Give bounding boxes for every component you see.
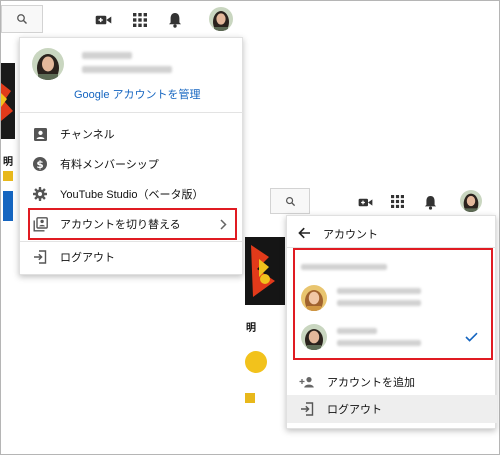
- menu-item-label: ログアウト: [60, 252, 115, 264]
- highlight-switch-account: [28, 208, 237, 240]
- account-name-redacted: [82, 52, 132, 59]
- video-thumbnail[interactable]: [1, 63, 15, 139]
- search-button[interactable]: [1, 5, 43, 33]
- menu-item-label: 有料メンバーシップ: [60, 159, 159, 171]
- add-person-icon: [299, 374, 315, 390]
- arrow-left-icon[interactable]: [297, 226, 311, 240]
- menu-item-channel[interactable]: チャンネル: [20, 119, 244, 149]
- manage-google-account-link[interactable]: Google アカウントを管理: [74, 86, 201, 102]
- badge-fragment: [3, 171, 13, 181]
- menu-item-youtube-studio[interactable]: YouTube Studio（ベータ版）: [20, 179, 244, 209]
- logout-item[interactable]: ログアウト: [287, 395, 497, 423]
- logout-label: ログアウト: [327, 404, 382, 416]
- account-email-redacted: [82, 66, 172, 73]
- highlight-account-list: [293, 248, 493, 360]
- add-account-item[interactable]: アカウントを追加: [287, 367, 497, 397]
- svg-text:$: $: [36, 159, 43, 171]
- divider: [20, 112, 244, 113]
- menu-item-label: チャンネル: [60, 129, 115, 141]
- add-account-label: アカウントを追加: [327, 377, 415, 389]
- logout-icon: [32, 249, 48, 265]
- bell-icon[interactable]: [423, 194, 437, 210]
- search-icon: [285, 196, 296, 207]
- menu-item-label: YouTube Studio（ベータ版）: [60, 189, 204, 201]
- person-icon: [32, 126, 48, 142]
- video-camera-icon[interactable]: [357, 195, 373, 209]
- blue-button-fragment[interactable]: [3, 191, 13, 221]
- video-camera-icon[interactable]: [94, 12, 112, 28]
- accounts-menu-title: アカウント: [323, 229, 378, 241]
- menu-item-membership[interactable]: $ 有料メンバーシップ: [20, 149, 244, 179]
- menu-avatar: [32, 48, 64, 80]
- video-title-fragment: 明: [3, 157, 13, 168]
- search-icon: [16, 13, 28, 25]
- search-button[interactable]: [270, 188, 310, 214]
- video-thumbnail[interactable]: [245, 237, 285, 305]
- screenshot-frame: 明 Google アカウントを管理 チャンネル $ 有料メンバーシップ YouT…: [0, 0, 500, 455]
- avatar[interactable]: [209, 7, 233, 31]
- apps-grid-icon[interactable]: [390, 194, 404, 208]
- apps-grid-icon[interactable]: [132, 12, 148, 28]
- gear-icon: [32, 186, 48, 202]
- bell-icon[interactable]: [167, 11, 183, 29]
- avatar[interactable]: [460, 190, 482, 212]
- logout-icon: [299, 401, 315, 417]
- badge-fragment: [245, 393, 255, 403]
- video-title-fragment: 明: [246, 323, 256, 334]
- avatar-fragment: [245, 351, 267, 373]
- dollar-icon: $: [32, 156, 48, 172]
- menu-item-logout[interactable]: ログアウト: [20, 242, 244, 272]
